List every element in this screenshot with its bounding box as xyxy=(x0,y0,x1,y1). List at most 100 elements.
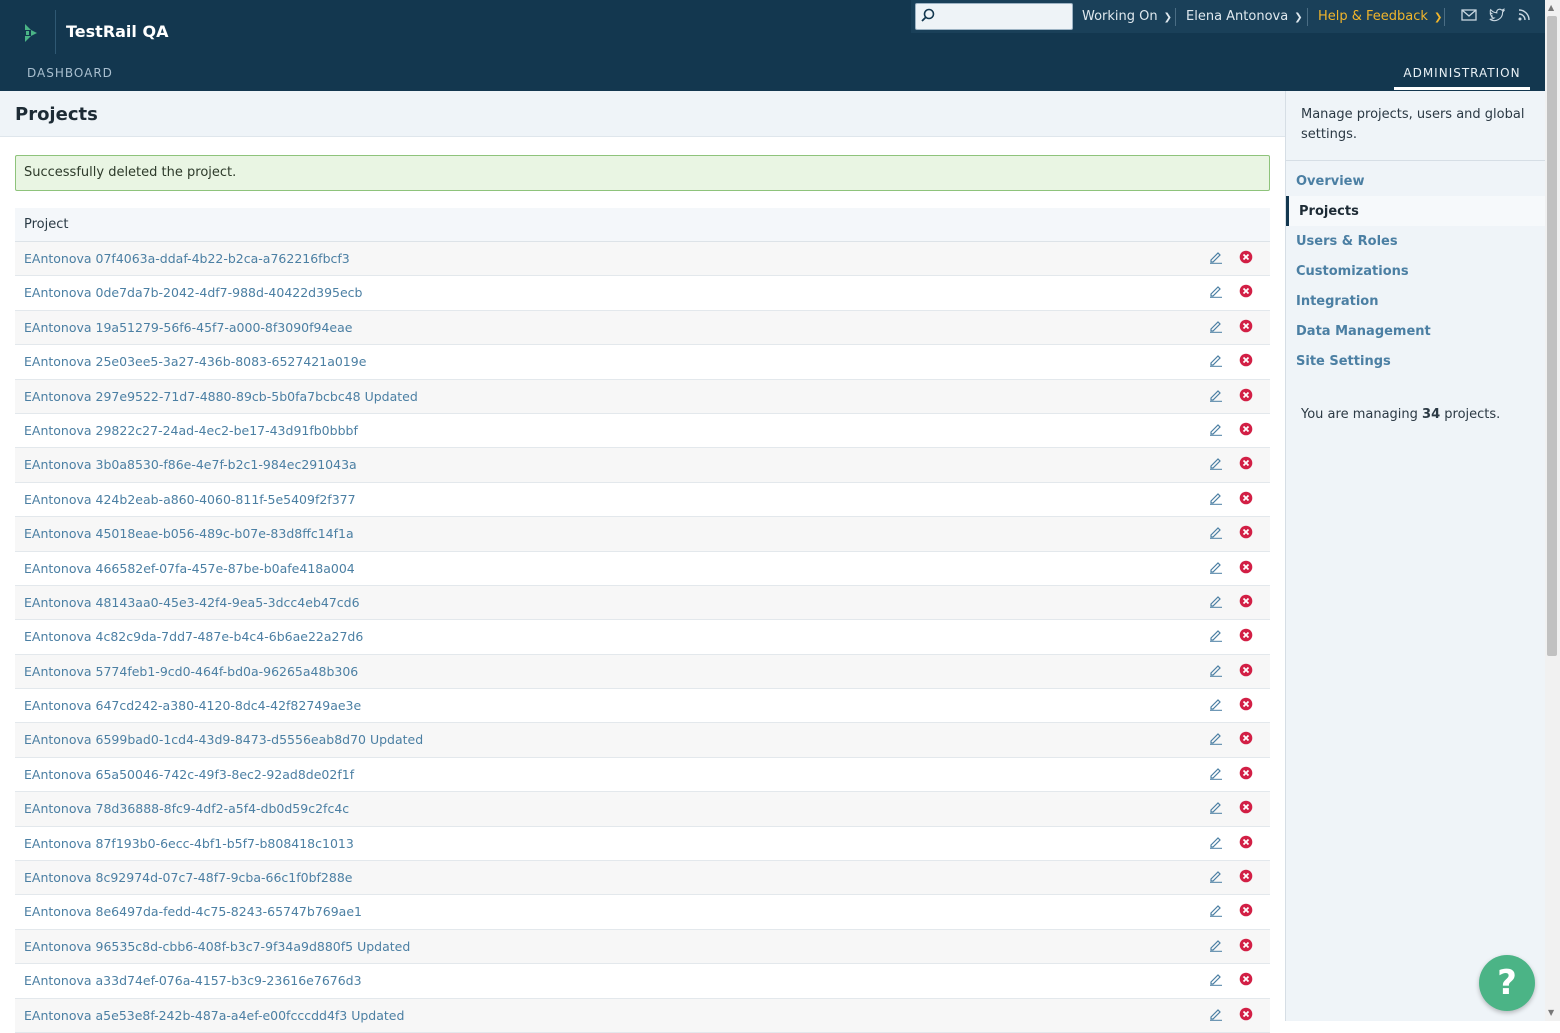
delete-icon[interactable] xyxy=(1239,388,1253,402)
working-on-dropdown[interactable]: Working On ❯ xyxy=(1082,9,1172,24)
edit-icon[interactable] xyxy=(1209,835,1223,849)
delete-icon[interactable] xyxy=(1239,938,1253,952)
toolbar-divider xyxy=(1307,8,1308,26)
edit-icon[interactable] xyxy=(1209,594,1223,608)
edit-icon[interactable] xyxy=(1209,1007,1223,1021)
edit-icon[interactable] xyxy=(1209,422,1223,436)
edit-icon[interactable] xyxy=(1209,869,1223,883)
app-title[interactable]: TestRail QA xyxy=(66,22,168,41)
project-link[interactable]: EAntonova 0de7da7b-2042-4df7-988d-40422d… xyxy=(24,285,362,300)
delete-icon[interactable] xyxy=(1239,422,1253,436)
nav-administration-tab[interactable]: ADMINISTRATION xyxy=(1394,66,1530,90)
project-link[interactable]: EAntonova 8c92974d-07c7-48f7-9cba-66c1f0… xyxy=(24,870,352,885)
delete-icon[interactable] xyxy=(1239,284,1253,298)
edit-icon[interactable] xyxy=(1209,456,1223,471)
user-menu-dropdown[interactable]: Elena Antonova ❯ xyxy=(1186,9,1303,24)
delete-icon[interactable] xyxy=(1239,491,1253,505)
table-header: Project xyxy=(15,208,1270,242)
project-link[interactable]: EAntonova 65a50046-742c-49f3-8ec2-92ad8d… xyxy=(24,767,354,782)
project-link[interactable]: EAntonova a5e53e8f-242b-487a-a4ef-e00fcc… xyxy=(24,1008,404,1023)
edit-icon[interactable] xyxy=(1209,284,1223,299)
sidebar-item-projects[interactable]: Projects xyxy=(1286,196,1546,226)
delete-icon[interactable] xyxy=(1239,903,1253,917)
project-link[interactable]: EAntonova 466582ef-07fa-457e-87be-b0afe4… xyxy=(24,561,355,576)
project-link[interactable]: EAntonova 8e6497da-fedd-4c75-8243-65747b… xyxy=(24,904,362,919)
project-link[interactable]: EAntonova 45018eae-b056-489c-b07e-83d8ff… xyxy=(24,526,354,541)
delete-icon[interactable] xyxy=(1239,525,1253,539)
mail-icon[interactable] xyxy=(1461,8,1477,22)
search-input[interactable] xyxy=(915,3,1073,30)
edit-icon[interactable] xyxy=(1209,663,1223,677)
delete-icon[interactable] xyxy=(1239,560,1253,574)
delete-icon[interactable] xyxy=(1239,697,1253,711)
delete-icon[interactable] xyxy=(1239,972,1253,986)
edit-icon[interactable] xyxy=(1209,250,1223,264)
project-link[interactable]: EAntonova 48143aa0-45e3-42f4-9ea5-3dcc4e… xyxy=(24,595,360,610)
sidebar-item-overview[interactable]: Overview xyxy=(1286,166,1546,196)
sidebar-item-integration[interactable]: Integration xyxy=(1286,286,1546,316)
edit-icon[interactable] xyxy=(1209,628,1223,643)
edit-icon[interactable] xyxy=(1209,766,1223,780)
edit-icon[interactable] xyxy=(1209,353,1223,367)
project-link[interactable]: EAntonova 424b2eab-a860-4060-811f-5e5409… xyxy=(24,492,356,507)
project-link[interactable]: EAntonova 78d36888-8fc9-4df2-a5f4-db0d59… xyxy=(24,801,349,816)
help-chat-button[interactable]: ? xyxy=(1479,955,1535,1011)
delete-icon[interactable] xyxy=(1239,731,1253,745)
project-link[interactable]: EAntonova 07f4063a-ddaf-4b22-b2ca-a76221… xyxy=(24,251,350,266)
twitter-icon[interactable] xyxy=(1489,8,1505,22)
delete-icon[interactable] xyxy=(1239,800,1253,814)
delete-icon[interactable] xyxy=(1239,663,1253,677)
chevron-down-icon: ❯ xyxy=(1163,12,1173,23)
project-link[interactable]: EAntonova 6599bad0-1cd4-43d9-8473-d5556e… xyxy=(24,732,423,747)
project-link[interactable]: EAntonova a33d74ef-076a-4157-b3c9-23616e… xyxy=(24,973,362,988)
testrail-logo-icon[interactable] xyxy=(22,22,40,44)
edit-icon[interactable] xyxy=(1209,560,1223,574)
delete-icon[interactable] xyxy=(1239,1007,1253,1021)
scroll-up-arrow-icon[interactable]: ▲ xyxy=(1548,3,1554,12)
table-row: EAntonova 19a51279-56f6-45f7-a000-8f3090… xyxy=(15,310,1270,346)
project-link[interactable]: EAntonova 4c82c9da-7dd7-487e-b4c4-6b6ae2… xyxy=(24,629,363,644)
edit-icon[interactable] xyxy=(1209,525,1223,539)
edit-icon[interactable] xyxy=(1209,903,1223,918)
edit-icon[interactable] xyxy=(1209,388,1223,402)
project-link[interactable]: EAntonova 29822c27-24ad-4ec2-be17-43d91f… xyxy=(24,423,358,438)
delete-icon[interactable] xyxy=(1239,353,1253,367)
toolbar-divider xyxy=(1444,8,1445,26)
delete-icon[interactable] xyxy=(1239,319,1253,333)
sidebar-item-site-settings[interactable]: Site Settings xyxy=(1286,346,1546,376)
project-link[interactable]: EAntonova 297e9522-71d7-4880-89cb-5b0fa7… xyxy=(24,389,418,404)
delete-icon[interactable] xyxy=(1239,456,1253,470)
sidebar-item-users-roles[interactable]: Users & Roles xyxy=(1286,226,1546,256)
project-link[interactable]: EAntonova 5774feb1-9cd0-464f-bd0a-96265a… xyxy=(24,664,358,679)
edit-icon[interactable] xyxy=(1209,697,1223,711)
project-link[interactable]: EAntonova 3b0a8530-f86e-4e7f-b2c1-984ec2… xyxy=(24,457,357,472)
edit-icon[interactable] xyxy=(1209,800,1223,815)
edit-icon[interactable] xyxy=(1209,319,1223,333)
nav-dashboard-tab[interactable]: DASHBOARD xyxy=(27,66,113,80)
delete-icon[interactable] xyxy=(1239,869,1253,883)
help-feedback-dropdown[interactable]: Help & Feedback ❯ xyxy=(1318,9,1442,24)
edit-icon[interactable] xyxy=(1209,938,1223,952)
project-link[interactable]: EAntonova 25e03ee5-3a27-436b-8083-652742… xyxy=(24,354,366,369)
delete-icon[interactable] xyxy=(1239,766,1253,780)
delete-icon[interactable] xyxy=(1239,250,1253,264)
project-link[interactable]: EAntonova 96535c8d-cbb6-408f-b3c7-9f34a9… xyxy=(24,939,410,954)
delete-icon[interactable] xyxy=(1239,594,1253,608)
sidebar-item-customizations[interactable]: Customizations xyxy=(1286,256,1546,286)
help-feedback-label: Help & Feedback xyxy=(1318,9,1428,24)
delete-icon[interactable] xyxy=(1239,835,1253,849)
edit-icon[interactable] xyxy=(1209,491,1223,505)
project-link[interactable]: EAntonova 19a51279-56f6-45f7-a000-8f3090… xyxy=(24,320,352,335)
edit-icon[interactable] xyxy=(1209,972,1223,987)
delete-icon[interactable] xyxy=(1239,628,1253,642)
project-link[interactable]: EAntonova 87f193b0-6ecc-4bf1-b5f7-b80841… xyxy=(24,836,354,851)
sidebar-item-data-management[interactable]: Data Management xyxy=(1286,316,1546,346)
table-row: EAntonova 8e6497da-fedd-4c75-8243-65747b… xyxy=(15,895,1270,930)
scroll-down-arrow-icon[interactable]: ▼ xyxy=(1548,1008,1554,1017)
edit-icon[interactable] xyxy=(1209,731,1223,746)
project-link[interactable]: EAntonova 647cd242-a380-4120-8dc4-42f827… xyxy=(24,698,361,713)
working-on-label: Working On xyxy=(1082,9,1158,24)
logo-divider xyxy=(55,10,56,54)
scrollbar-thumb[interactable] xyxy=(1547,16,1557,656)
rss-icon[interactable] xyxy=(1517,8,1533,22)
